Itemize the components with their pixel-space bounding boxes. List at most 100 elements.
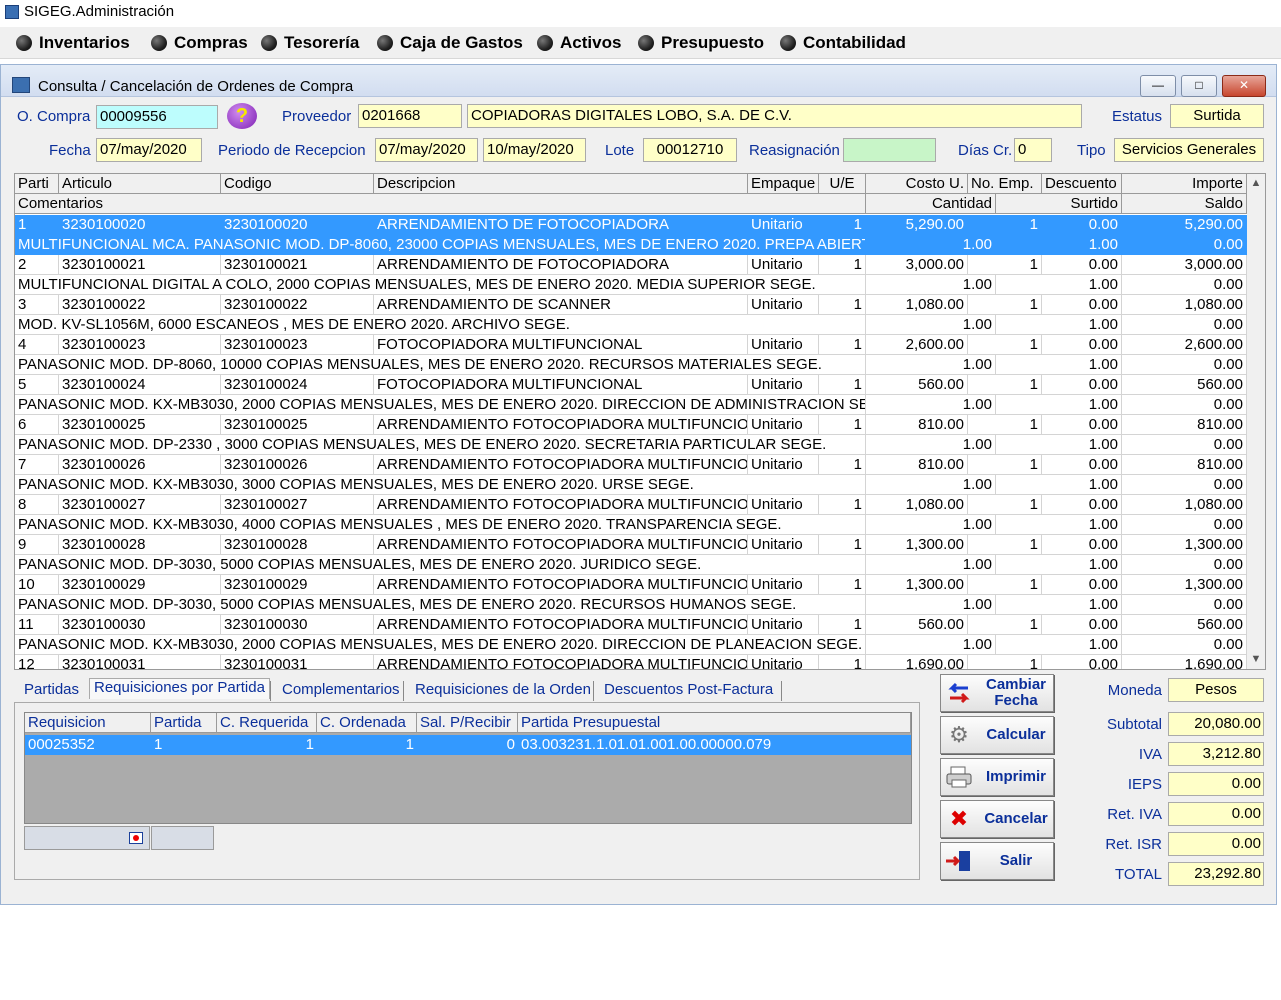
cell-ue[interactable]: 1 bbox=[819, 295, 866, 315]
cell-descuento[interactable]: 0.00 bbox=[1042, 335, 1122, 355]
cell-articulo[interactable]: 3230100025 bbox=[59, 415, 221, 435]
cell-noemp[interactable]: 1 bbox=[968, 655, 1042, 669]
cell-costo[interactable]: 1,080.00 bbox=[866, 495, 968, 515]
cell-codigo[interactable]: 3230100030 bbox=[221, 615, 374, 635]
cell-parti[interactable]: 9 bbox=[15, 535, 59, 555]
cell-costo[interactable]: 1,080.00 bbox=[866, 295, 968, 315]
cell-costo[interactable]: 560.00 bbox=[866, 375, 968, 395]
menu-item-compras[interactable]: Compras bbox=[151, 32, 248, 54]
cell-codigo[interactable]: 3230100025 bbox=[221, 415, 374, 435]
cell-descuento[interactable]: 0.00 bbox=[1042, 415, 1122, 435]
cell-empaque[interactable]: Unitario bbox=[748, 575, 819, 595]
cell-costo[interactable]: 3,000.00 bbox=[866, 255, 968, 275]
cell-empaque[interactable]: Unitario bbox=[748, 535, 819, 555]
table-row[interactable]: 2 3230100021 3230100021 ARRENDAMIENTO DE FO… bbox=[15, 255, 1247, 295]
tab-requisiciones-de-la-orden[interactable]: Requisiciones de la Orden bbox=[415, 681, 591, 701]
col-header-surtido[interactable]: Surtido bbox=[996, 194, 1122, 214]
menu-item-contabilidad[interactable]: Contabilidad bbox=[780, 32, 906, 54]
cell-noemp[interactable]: 1 bbox=[968, 295, 1042, 315]
cell-descripcion[interactable]: ARRENDAMIENTO FOTOCOPIADORA MULTIFUNCION… bbox=[374, 535, 748, 555]
sub-cell-partida-presupuestal[interactable]: 03.003231.1.01.01.001.00.00000.079 bbox=[518, 735, 911, 755]
cell-saldo[interactable]: 0.00 bbox=[1122, 355, 1247, 375]
sub-col-header-c-requerida[interactable]: C. Requerida bbox=[217, 713, 317, 733]
cell-saldo[interactable]: 0.00 bbox=[1122, 515, 1247, 535]
scroll-up-icon[interactable]: ▲ bbox=[1247, 174, 1265, 192]
periodo-hasta-field[interactable]: 10/may/2020 bbox=[483, 138, 586, 162]
cell-codigo[interactable]: 3230100024 bbox=[221, 375, 374, 395]
cell-descuento[interactable]: 0.00 bbox=[1042, 375, 1122, 395]
cell-cantidad[interactable]: 1.00 bbox=[866, 315, 996, 335]
cell-empaque[interactable]: Unitario bbox=[748, 255, 819, 275]
cell-importe[interactable]: 1,690.00 bbox=[1122, 655, 1247, 669]
cell-importe[interactable]: 3,000.00 bbox=[1122, 255, 1247, 275]
cell-costo[interactable]: 560.00 bbox=[866, 615, 968, 635]
cell-codigo[interactable]: 3230100027 bbox=[221, 495, 374, 515]
col-header-no-emp[interactable]: No. Emp. bbox=[968, 174, 1042, 194]
cell-saldo[interactable]: 0.00 bbox=[1122, 395, 1247, 415]
cell-descripcion[interactable]: FOTOCOPIADORA MULTIFUNCIONAL bbox=[374, 375, 748, 395]
cell-parti[interactable]: 4 bbox=[15, 335, 59, 355]
cell-surtido[interactable]: 1.00 bbox=[996, 595, 1122, 615]
record-icon[interactable] bbox=[129, 832, 143, 844]
cell-comentario[interactable]: PANASONIC MOD. KX-MB3030, 3000 COPIAS ME… bbox=[15, 475, 866, 495]
cell-empaque[interactable]: Unitario bbox=[748, 375, 819, 395]
cell-parti[interactable]: 7 bbox=[15, 455, 59, 475]
cell-costo[interactable]: 810.00 bbox=[866, 415, 968, 435]
cell-empaque[interactable]: Unitario bbox=[748, 295, 819, 315]
sub-col-header-partida[interactable]: Partida bbox=[151, 713, 217, 733]
cell-descuento[interactable]: 0.00 bbox=[1042, 295, 1122, 315]
cell-saldo[interactable]: 0.00 bbox=[1122, 275, 1247, 295]
col-header-saldo[interactable]: Saldo bbox=[1122, 194, 1247, 214]
cell-articulo[interactable]: 3230100028 bbox=[59, 535, 221, 555]
col-header-codigo[interactable]: Codigo bbox=[221, 174, 374, 194]
cell-importe[interactable]: 1,300.00 bbox=[1122, 575, 1247, 595]
sub-col-header-partida-presupuestal[interactable]: Partida Presupuestal bbox=[518, 713, 911, 733]
cell-descuento[interactable]: 0.00 bbox=[1042, 215, 1122, 235]
cell-saldo[interactable]: 0.00 bbox=[1122, 595, 1247, 615]
cell-comentario[interactable]: PANASONIC MOD. DP-3030, 5000 COPIAS MENS… bbox=[15, 595, 866, 615]
cell-articulo[interactable]: 3230100030 bbox=[59, 615, 221, 635]
cell-importe[interactable]: 1,300.00 bbox=[1122, 535, 1247, 555]
table-row[interactable]: 1 3230100020 3230100020 ARRENDAMIENTO DE FO… bbox=[15, 215, 1247, 255]
minimize-icon[interactable]: — bbox=[1140, 75, 1176, 97]
cell-saldo[interactable]: 0.00 bbox=[1122, 315, 1247, 335]
col-header-descripcion[interactable]: Descripcion bbox=[374, 174, 748, 194]
col-header-articulo[interactable]: Articulo bbox=[59, 174, 221, 194]
table-row[interactable]: 7 3230100026 3230100026 ARRENDAMIENTO FOTOC… bbox=[15, 455, 1247, 495]
cell-surtido[interactable]: 1.00 bbox=[996, 275, 1122, 295]
cell-ue[interactable]: 1 bbox=[819, 335, 866, 355]
col-header-importe[interactable]: Importe bbox=[1122, 174, 1247, 194]
cell-saldo[interactable]: 0.00 bbox=[1122, 555, 1247, 575]
cell-ue[interactable]: 1 bbox=[819, 615, 866, 635]
cell-saldo[interactable]: 0.00 bbox=[1122, 235, 1247, 255]
cell-empaque[interactable]: Unitario bbox=[748, 215, 819, 235]
cell-descripcion[interactable]: ARRENDAMIENTO FOTOCOPIADORA MULTIFUNCION… bbox=[374, 615, 748, 635]
cell-comentario[interactable]: PANASONIC MOD. DP-3030, 5000 COPIAS MENS… bbox=[15, 555, 866, 575]
cell-descuento[interactable]: 0.00 bbox=[1042, 615, 1122, 635]
cell-parti[interactable]: 1 bbox=[15, 215, 59, 235]
cell-saldo[interactable]: 0.00 bbox=[1122, 435, 1247, 455]
cell-noemp[interactable]: 1 bbox=[968, 455, 1042, 475]
cell-codigo[interactable]: 3230100028 bbox=[221, 535, 374, 555]
calcular-button[interactable]: ⚙ Calcular bbox=[940, 716, 1054, 754]
requisiciones-grid[interactable]: Requisicion Partida C. Requerida C. Orde… bbox=[24, 712, 912, 824]
cell-comentario[interactable]: MULTIFUNCIONAL MCA. PANASONIC MOD. DP-80… bbox=[15, 235, 866, 255]
cell-surtido[interactable]: 1.00 bbox=[996, 355, 1122, 375]
cell-importe[interactable]: 1,080.00 bbox=[1122, 295, 1247, 315]
sub-col-header-sal-recibir[interactable]: Sal. P/Recibir bbox=[417, 713, 518, 733]
cell-descripcion[interactable]: ARRENDAMIENTO DE FOTOCOPIADORA bbox=[374, 215, 748, 235]
cell-parti[interactable]: 8 bbox=[15, 495, 59, 515]
cell-noemp[interactable]: 1 bbox=[968, 575, 1042, 595]
cell-importe[interactable]: 560.00 bbox=[1122, 615, 1247, 635]
cell-articulo[interactable]: 3230100029 bbox=[59, 575, 221, 595]
cell-codigo[interactable]: 3230100026 bbox=[221, 455, 374, 475]
reasignacion-field[interactable] bbox=[843, 138, 936, 162]
cell-descuento[interactable]: 0.00 bbox=[1042, 655, 1122, 669]
table-row[interactable]: 10 3230100029 3230100029 ARRENDAMIENTO FOTO… bbox=[15, 575, 1247, 615]
tab-partidas[interactable]: Partidas bbox=[24, 681, 79, 701]
cell-parti[interactable]: 12 bbox=[15, 655, 59, 669]
cell-cantidad[interactable]: 1.00 bbox=[866, 395, 996, 415]
scroll-down-icon[interactable]: ▼ bbox=[1247, 650, 1265, 668]
help-icon[interactable]: ? bbox=[227, 103, 257, 129]
cell-importe[interactable]: 1,080.00 bbox=[1122, 495, 1247, 515]
